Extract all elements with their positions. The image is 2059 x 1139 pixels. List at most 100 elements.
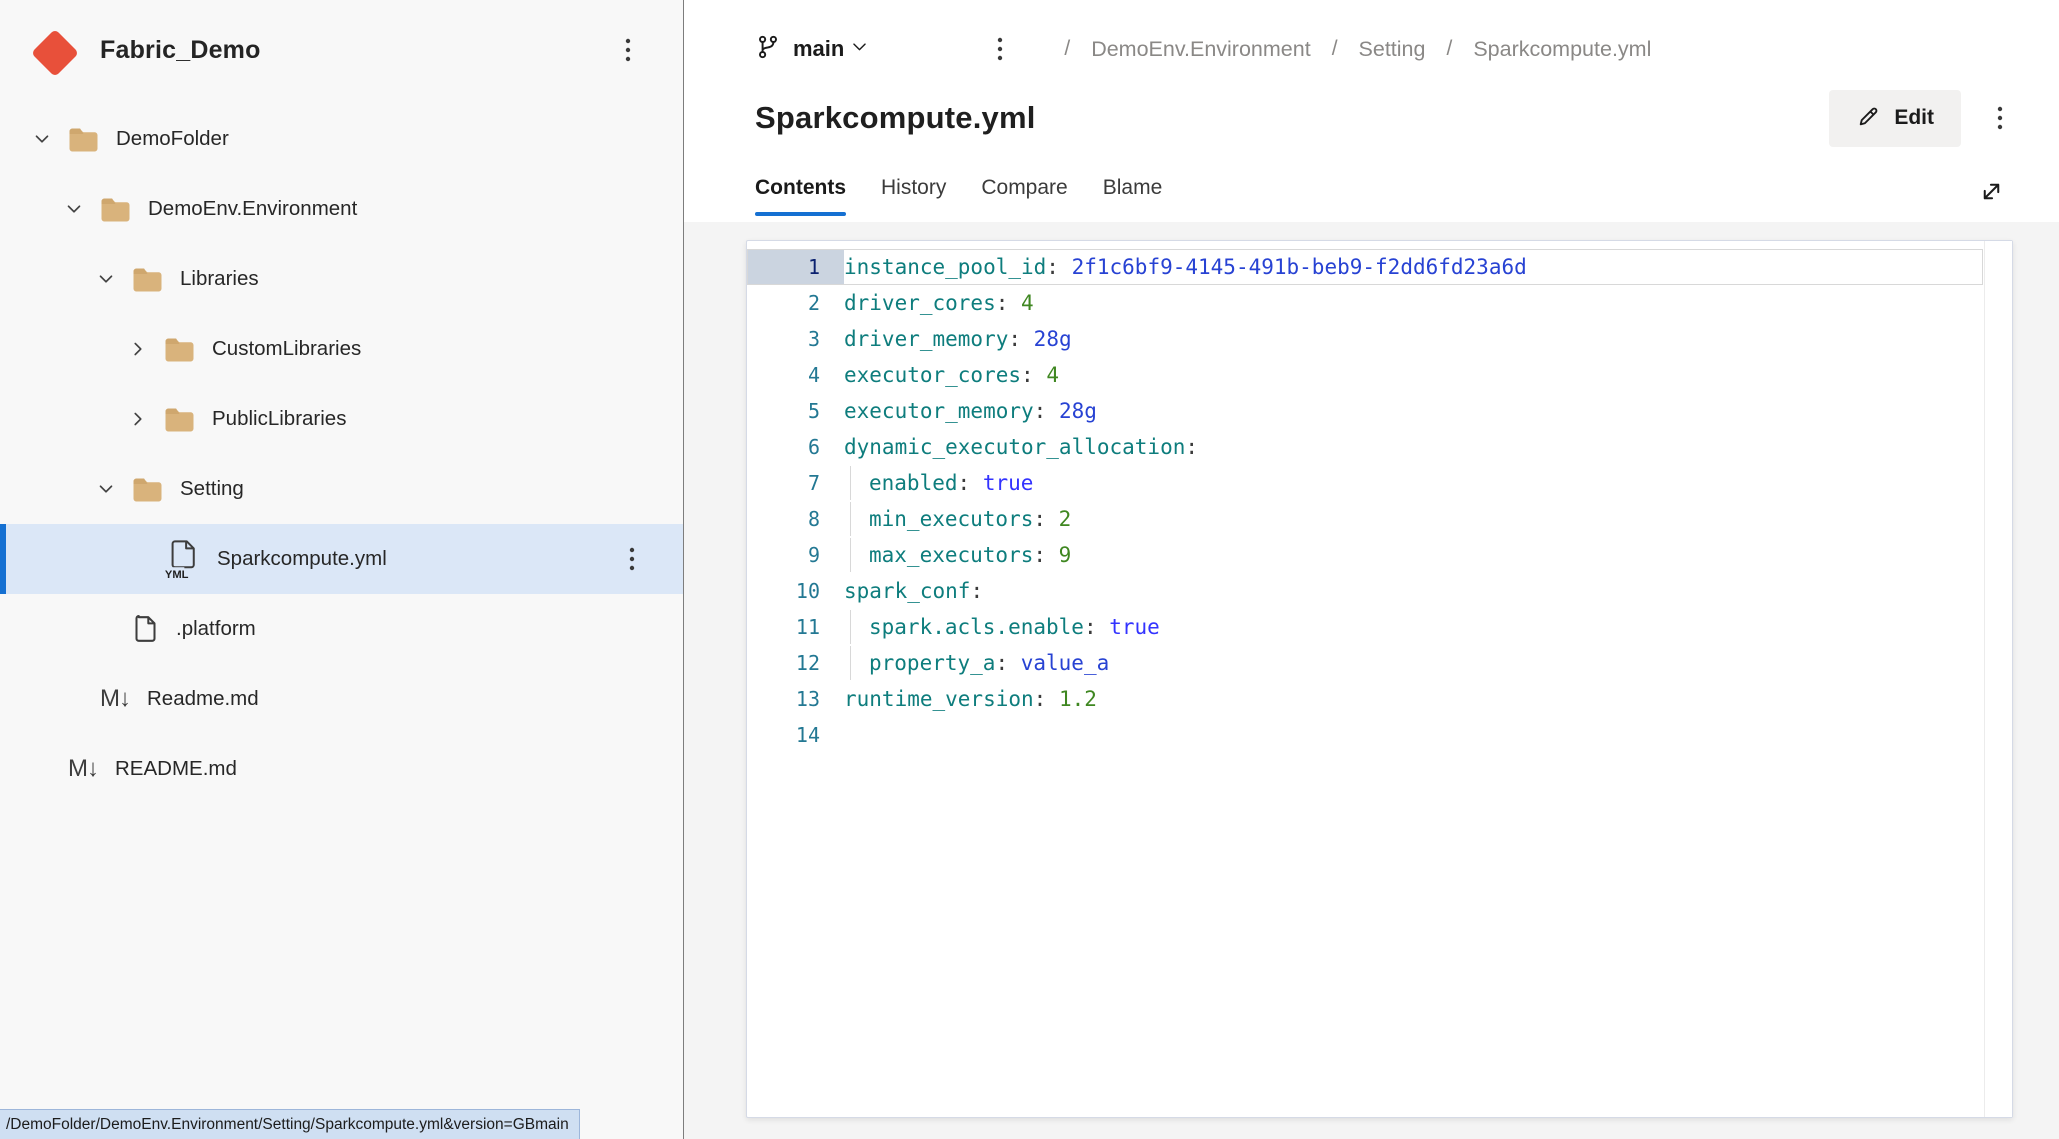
code-line-7[interactable]: 7 enabled: true [747,465,1983,501]
line-number[interactable]: 8 [748,502,844,536]
code-line-2[interactable]: 2 driver_cores: 4 [747,285,1983,321]
token-default: : [1033,687,1059,711]
folder-icon [132,266,163,292]
line-number[interactable]: 11 [748,610,844,644]
tree-item-label: PublicLibraries [212,407,347,430]
token-key: property_a [869,651,996,675]
token-number: 4 [1046,363,1059,387]
code-line-4[interactable]: 4 executor_cores: 4 [747,357,1983,393]
page-title: Sparkcompute.yml [755,100,1036,135]
code-line-text: instance_pool_id: 2f1c6bf9-4145-491b-beb… [844,250,1982,284]
line-number[interactable]: 7 [748,466,844,500]
code-line-3[interactable]: 3 driver_memory: 28g [747,321,1983,357]
code-editor[interactable]: 1 instance_pool_id: 2f1c6bf9-4145-491b-be… [746,240,2013,1118]
breadcrumb: / DemoEnv.Environment / Setting / Sparkcomput… [1043,37,1651,62]
header-actions: Edit [1829,89,2013,147]
topbar: main / DemoEnv.Environment / Setting / Sparkc… [684,0,2059,72]
code-line-8[interactable]: 8 min_executors: 2 [747,501,1983,537]
token-key: driver_cores [844,291,996,315]
chevron-down-icon[interactable] [30,127,54,151]
content-canvas: 1 instance_pool_id: 2f1c6bf9-4145-491b-be… [684,222,2059,1139]
repo-more-icon[interactable] [615,35,641,65]
line-number[interactable]: 2 [748,286,844,320]
tab-compare[interactable]: Compare [981,176,1067,216]
code-line-text: driver_memory: 28g [844,322,1982,356]
chevron-down-icon[interactable] [94,267,118,291]
code-line-1[interactable]: 1 instance_pool_id: 2f1c6bf9-4145-491b-be… [747,249,1983,285]
token-default: : [995,291,1022,315]
code-line-10[interactable]: 10 spark_conf: [747,573,1983,609]
line-number[interactable]: 12 [748,646,844,680]
editor-scrollbar[interactable] [1984,241,2012,1117]
line-number[interactable]: 5 [748,394,844,428]
tab-history[interactable]: History [881,176,946,216]
breadcrumb-item-setting[interactable]: Setting [1359,37,1426,62]
line-number[interactable]: 6 [748,430,844,464]
breadcrumb-separator: / [1446,37,1453,60]
code-line-12[interactable]: 12 property_a: value_a [747,645,1983,681]
chevron-right-icon[interactable] [126,337,150,361]
token-number: 9 [1058,543,1072,567]
tree-item-setting[interactable]: Setting [0,454,683,524]
tree-item-demoenv-environment[interactable]: DemoEnv.Environment [0,174,683,244]
edit-button[interactable]: Edit [1829,89,1961,147]
code-line-text: spark_conf: [844,574,1982,608]
token-default: : [1033,543,1059,567]
tree-item-demofolder[interactable]: DemoFolder [0,104,683,174]
tree-item-readme-md[interactable]: M↓ Readme.md [0,664,683,734]
line-number[interactable]: 14 [748,718,844,752]
tabs: Contents History Compare Blame [755,176,1162,216]
edit-button-label: Edit [1894,106,1934,129]
tree-item-more-icon[interactable] [619,544,645,574]
code-line-14[interactable]: 14 [747,717,1983,753]
code-line-text: spark.acls.enable: true [844,610,1982,644]
line-number[interactable]: 4 [748,358,844,392]
tree-item-platform[interactable]: .platform [0,594,683,664]
markdown-file-icon: M↓ [68,755,99,782]
branch-selector[interactable]: main [755,34,869,65]
tree-item-libraries[interactable]: Libraries [0,244,683,314]
line-number[interactable]: 9 [748,538,844,572]
code-line-13[interactable]: 13 runtime_version: 1.2 [747,681,1983,717]
path-more-icon[interactable] [987,34,1013,64]
indent-guide [850,538,851,572]
code-line-9[interactable]: 9 max_executors: 9 [747,537,1983,573]
fullscreen-icon[interactable] [1978,178,2005,205]
code-line-text: executor_memory: 28g [844,394,1982,428]
code-line-text: executor_cores: 4 [844,358,1982,392]
line-number[interactable]: 3 [748,322,844,356]
tree-item-sparkcompute-yml[interactable]: YML Sparkcompute.yml [0,524,683,594]
breadcrumb-item-demoenv-environment[interactable]: DemoEnv.Environment [1091,37,1310,62]
tree-item-label: CustomLibraries [212,337,362,360]
indent-guide [850,466,851,500]
code-line-5[interactable]: 5 executor_memory: 28g [747,393,1983,429]
pencil-icon [1856,104,1881,132]
tab-contents[interactable]: Contents [755,176,846,216]
chevron-down-icon[interactable] [62,197,86,221]
line-number[interactable]: 1 [748,250,844,284]
yml-file-icon: YML [164,539,200,579]
token-number: 1.2 [1058,687,1097,711]
line-number[interactable]: 13 [748,682,844,716]
chevron-down-icon[interactable] [94,477,118,501]
token-key: instance_pool_id [844,255,1047,279]
token-key: executor_memory [844,399,1034,423]
file-more-icon[interactable] [1987,103,2013,133]
tree-item-customlibraries[interactable]: CustomLibraries [0,314,683,384]
tree-item-publiclibraries[interactable]: PublicLibraries [0,384,683,454]
token-default: : [1083,615,1110,639]
tree-item-readme-md[interactable]: M↓ README.md [0,734,683,804]
folder-icon [68,126,99,152]
git-branch-icon [755,34,781,65]
code-line-6[interactable]: 6 dynamic_executor_allocation: [747,429,1983,465]
breadcrumb-item-sparkcompute-yml[interactable]: Sparkcompute.yml [1473,37,1651,62]
line-number[interactable]: 10 [748,574,844,608]
file-tree: DemoFolder DemoEnv.Environment Libraries Cu… [0,104,683,804]
code-line-11[interactable]: 11 spark.acls.enable: true [747,609,1983,645]
repo-sidebar: Fabric_Demo DemoFolder DemoEnv.Environmen… [0,0,684,1139]
tree-item-label: Libraries [180,267,259,290]
token-string: 2f1c6bf9-4145-491b-beb9-f2dd6fd23a6d [1071,255,1527,279]
tab-blame[interactable]: Blame [1103,176,1163,216]
chevron-right-icon[interactable] [126,407,150,431]
